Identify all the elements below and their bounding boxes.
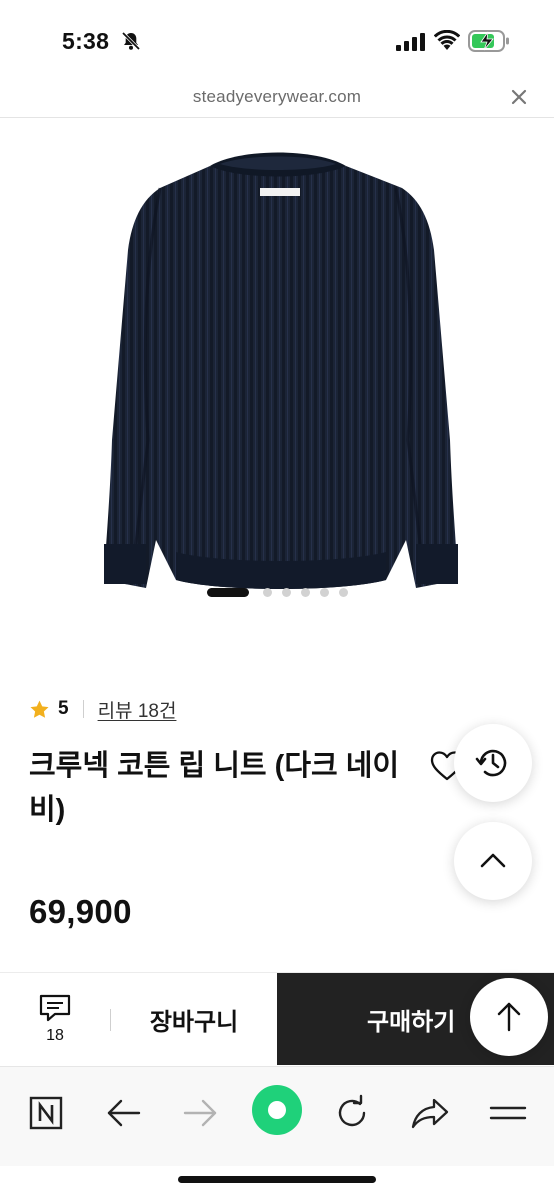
browser-toolbar xyxy=(0,1066,554,1166)
comment-count: 18 xyxy=(46,1027,64,1044)
chevron-up-icon xyxy=(480,853,506,868)
naver-icon xyxy=(29,1096,63,1130)
rating-divider xyxy=(82,700,84,718)
back-arrow-icon xyxy=(107,1099,141,1127)
green-dot-icon xyxy=(252,1085,302,1135)
comment-icon xyxy=(39,994,71,1022)
status-bar: 5:38 xyxy=(0,0,554,80)
reload-button[interactable] xyxy=(330,1091,374,1135)
comment-button[interactable]: 18 xyxy=(0,973,110,1065)
product-image[interactable] xyxy=(90,140,466,600)
product-price: 69,900 xyxy=(29,893,132,930)
back-button[interactable] xyxy=(102,1091,146,1135)
carousel-dot[interactable] xyxy=(300,587,310,597)
carousel-indicator[interactable] xyxy=(0,585,554,599)
url-text[interactable]: steadyeverywear.com xyxy=(0,87,554,107)
carousel-dot[interactable] xyxy=(319,587,329,597)
chevron-up-button[interactable] xyxy=(454,822,532,900)
signal-icon xyxy=(396,33,425,51)
wifi-icon xyxy=(434,30,460,50)
battery-charging-icon xyxy=(468,30,509,52)
history-button[interactable] xyxy=(454,724,532,802)
status-time: 5:38 xyxy=(62,28,110,54)
share-button[interactable] xyxy=(408,1091,452,1135)
carousel-dot[interactable] xyxy=(262,587,272,597)
naver-home-button[interactable] xyxy=(24,1091,68,1135)
carousel-dot-active[interactable] xyxy=(206,587,249,597)
cart-button[interactable]: 장바구니 xyxy=(111,973,277,1065)
close-icon[interactable] xyxy=(510,88,528,106)
menu-icon xyxy=(489,1106,527,1120)
home-indicator[interactable] xyxy=(178,1176,376,1183)
forward-button[interactable] xyxy=(178,1091,222,1135)
bell-slash-icon xyxy=(121,31,141,51)
product-title: 크루넥 코튼 립 니트 (다크 네이비) xyxy=(29,750,400,826)
forward-arrow-icon xyxy=(183,1099,217,1127)
rating-row: 5 리뷰 18건 xyxy=(29,696,176,722)
carousel-dot[interactable] xyxy=(338,587,348,597)
menu-button[interactable] xyxy=(486,1091,530,1135)
reload-icon xyxy=(338,1094,366,1127)
green-dot-button[interactable] xyxy=(250,1083,304,1137)
rating-value: 5 xyxy=(58,698,69,719)
scroll-up-button[interactable] xyxy=(470,978,548,1056)
review-link[interactable]: 리뷰 18건 xyxy=(98,696,177,723)
history-icon xyxy=(475,749,507,777)
share-arrow-icon xyxy=(411,1098,449,1129)
carousel-dot[interactable] xyxy=(281,587,291,597)
url-bar[interactable]: steadyeverywear.com xyxy=(0,80,554,118)
arrow-up-icon xyxy=(497,1002,521,1032)
star-icon xyxy=(30,700,49,718)
